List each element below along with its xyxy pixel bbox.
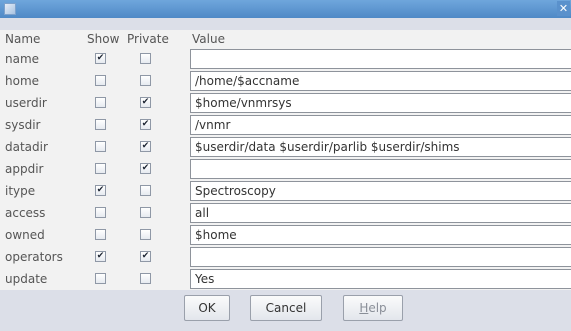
show-checkbox[interactable] — [95, 141, 106, 152]
value-field[interactable] — [190, 159, 571, 179]
row-name-label: owned — [5, 228, 45, 242]
value-field[interactable]: $home/vnmrsys — [190, 93, 571, 113]
private-checkbox[interactable] — [140, 229, 151, 240]
show-checkbox[interactable] — [95, 119, 106, 130]
table-header: Name Show Private Value — [0, 31, 571, 48]
show-checkbox[interactable] — [95, 163, 106, 174]
row-name-label: sysdir — [5, 118, 41, 132]
table-row: appdir ✔ — [0, 158, 571, 180]
row-name-label: operators — [5, 250, 63, 264]
button-bar: OK Cancel Help — [0, 290, 571, 331]
private-checkbox[interactable]: ✔ — [140, 141, 151, 152]
value-field[interactable] — [190, 49, 571, 69]
show-checkbox[interactable]: ✔ — [95, 251, 106, 262]
table-row: operators ✔ ✔ — [0, 246, 571, 268]
show-checkbox[interactable] — [95, 75, 106, 86]
private-checkbox[interactable] — [140, 75, 151, 86]
table-row: name ✔ — [0, 48, 571, 70]
value-field[interactable]: /vnmr — [190, 115, 571, 135]
table-row: userdir ✔ $home/vnmrsys — [0, 92, 571, 114]
value-field[interactable]: /home/$accname — [190, 71, 571, 91]
row-name-label: home — [5, 74, 40, 88]
table-row: update Yes — [0, 268, 571, 290]
row-name-label: name — [5, 52, 40, 66]
table-row: access all — [0, 202, 571, 224]
header-show: Show — [87, 32, 120, 46]
show-checkbox[interactable] — [95, 207, 106, 218]
cancel-button[interactable]: Cancel — [250, 295, 322, 321]
show-checkbox[interactable]: ✔ — [95, 185, 106, 196]
ok-button[interactable]: OK — [184, 295, 230, 321]
help-mnemonic: H — [359, 301, 369, 315]
header-private: Private — [127, 32, 169, 46]
close-icon[interactable]: ✕ — [557, 1, 570, 16]
private-checkbox[interactable] — [140, 53, 151, 64]
private-checkbox[interactable]: ✔ — [140, 97, 151, 108]
private-checkbox[interactable]: ✔ — [140, 119, 151, 130]
table-row: owned $home — [0, 224, 571, 246]
row-name-label: datadir — [5, 140, 48, 154]
row-name-label: update — [5, 272, 48, 286]
header-name: Name — [5, 32, 41, 46]
table-row: datadir ✔ $userdir/data $userdir/parlib $u… — [0, 136, 571, 158]
show-checkbox[interactable] — [95, 97, 106, 108]
private-checkbox[interactable]: ✔ — [140, 163, 151, 174]
show-checkbox[interactable]: ✔ — [95, 53, 106, 64]
row-name-label: appdir — [5, 162, 44, 176]
value-field[interactable]: all — [190, 203, 571, 223]
dialog-window: ✕ Name Show Private Value name ✔ home/home… — [0, 0, 571, 331]
value-field[interactable]: $home — [190, 225, 571, 245]
row-name-label: userdir — [5, 96, 47, 110]
title-bar[interactable]: ✕ — [0, 0, 571, 18]
row-name-label: access — [5, 206, 46, 220]
show-checkbox[interactable] — [95, 273, 106, 284]
help-label-rest: elp — [368, 301, 387, 315]
header-value: Value — [192, 32, 225, 46]
row-name-label: itype — [5, 184, 36, 198]
show-checkbox[interactable] — [95, 229, 106, 240]
private-checkbox[interactable] — [140, 273, 151, 284]
value-field[interactable] — [190, 247, 571, 267]
value-field[interactable]: Spectroscopy — [190, 181, 571, 201]
table-row: home/home/$accname — [0, 70, 571, 92]
table-row: sysdir ✔ /vnmr — [0, 114, 571, 136]
table-row: itype ✔ Spectroscopy — [0, 180, 571, 202]
private-checkbox[interactable] — [140, 207, 151, 218]
value-field[interactable]: Yes — [190, 269, 571, 289]
help-button[interactable]: Help — [343, 295, 403, 321]
app-icon — [4, 3, 16, 15]
value-field[interactable]: $userdir/data $userdir/parlib $userdir/s… — [190, 137, 571, 157]
private-checkbox[interactable] — [140, 185, 151, 196]
private-checkbox[interactable]: ✔ — [140, 251, 151, 262]
